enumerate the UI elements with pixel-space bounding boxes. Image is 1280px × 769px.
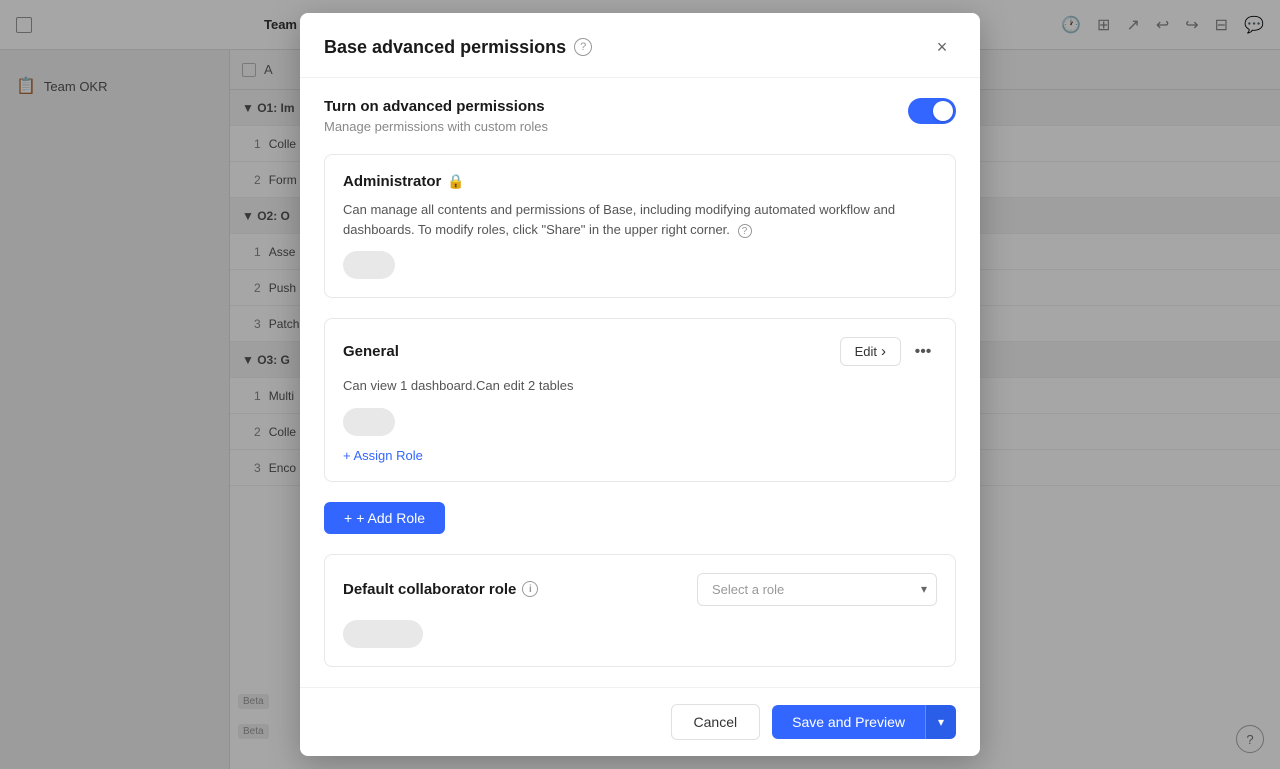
general-avatar [343,408,395,436]
toggle-subtext: Manage permissions with custom roles [324,119,548,134]
advanced-permissions-toggle[interactable] [908,98,956,124]
save-preview-chevron-button[interactable]: ▾ [925,705,956,739]
modal-backdrop: Base advanced permissions ? × Turn on ad… [0,0,1280,769]
default-collab-avatar [343,620,423,648]
admin-desc-help-icon: ? [738,224,752,238]
general-card-header: General Edit › ••• [343,337,937,366]
modal-title: Base advanced permissions [324,37,566,58]
toggle-heading: Turn on advanced permissions [324,98,548,115]
default-collab-header: Default collaborator role i Select a rol… [343,573,937,606]
default-collab-title: Default collaborator role i [343,581,538,598]
save-preview-group: Save and Preview ▾ [772,705,956,739]
more-dots-icon: ••• [915,343,932,361]
default-collaborator-card: Default collaborator role i Select a rol… [324,554,956,667]
modal-footer: Cancel Save and Preview ▾ [300,687,980,756]
add-role-button[interactable]: + + Add Role [324,502,445,534]
cancel-button[interactable]: Cancel [671,704,761,740]
modal-close-button[interactable]: × [928,33,956,61]
save-and-preview-button[interactable]: Save and Preview [772,705,925,739]
save-chevron-icon: ▾ [938,715,944,729]
default-collab-help-icon: i [522,581,538,597]
administrator-role-name: Administrator 🔒 [343,173,465,190]
general-card: General Edit › ••• Can view 1 dashboard.… [324,318,956,482]
role-select-wrapper: Select a role ▾ [697,573,937,606]
general-role-name: General [343,343,399,360]
toggle-text: Turn on advanced permissions Manage perm… [324,98,548,134]
add-role-plus-icon: + [344,510,352,526]
modal-body: Turn on advanced permissions Manage perm… [300,78,980,687]
administrator-card: Administrator 🔒 Can manage all contents … [324,154,956,298]
toggle-section: Turn on advanced permissions Manage perm… [324,98,956,134]
modal-title-help-icon[interactable]: ? [574,38,592,56]
general-edit-button[interactable]: Edit › [840,337,901,366]
general-more-button[interactable]: ••• [909,338,937,366]
administrator-card-header: Administrator 🔒 [343,173,937,190]
assign-role-link[interactable]: + Assign Role [343,448,937,463]
permissions-modal: Base advanced permissions ? × Turn on ad… [300,13,980,756]
modal-header: Base advanced permissions ? × [300,13,980,78]
general-role-actions: Edit › ••• [840,337,937,366]
default-collab-body [343,620,937,648]
lock-icon: 🔒 [447,173,464,190]
general-role-desc: Can view 1 dashboard.Can edit 2 tables [343,376,937,396]
modal-title-row: Base advanced permissions ? [324,37,592,58]
role-select[interactable]: Select a role [697,573,937,606]
administrator-avatar [343,251,395,279]
administrator-role-desc: Can manage all contents and permissions … [343,200,937,239]
